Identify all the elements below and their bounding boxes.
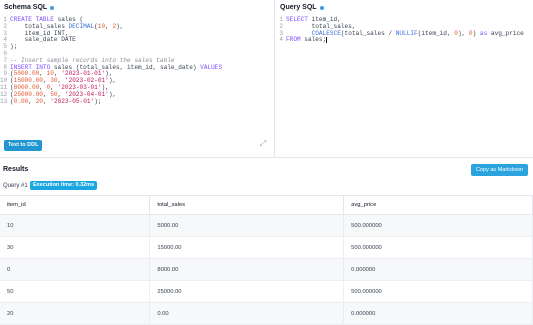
table-header-row: item_id total_sales avg_price [0, 195, 533, 215]
code-token: ), [108, 77, 117, 85]
code-line: 5); [0, 43, 274, 51]
cell-total-sales: 15000.00 [149, 236, 345, 259]
code-token: ) [472, 29, 480, 37]
cell-item-id: 30 [0, 236, 151, 259]
cell-item-id: 50 [0, 280, 151, 303]
code-token: ), [457, 29, 469, 37]
code-token: , [105, 22, 113, 30]
code-token: '2023-05-01' [50, 97, 95, 105]
status-dot-icon [319, 5, 324, 10]
line-number: 4 [279, 36, 283, 44]
copy-as-markdown-button[interactable]: Copy as Markdown [471, 164, 529, 176]
status-dot-icon [50, 5, 55, 10]
code-line: 13(0.00, 20, '2023-05-01'); [0, 97, 274, 106]
code-token: (item_id, [417, 29, 455, 37]
code-line: 4 sale_date DATE [0, 37, 274, 44]
column-header-avg-price: avg_price [343, 195, 533, 215]
execution-time-badge: Execution time: 0.32ms [30, 181, 98, 190]
divider [0, 157, 533, 158]
code-token: sales; [304, 36, 327, 44]
table-row: 50 25000.00 500.000000 [0, 280, 533, 303]
schema-pane: Schema SQL 1 CREATE TABLE sales (2 total_… [0, 0, 275, 157]
column-header-total-sales: total_sales [149, 195, 345, 215]
results-title: Results [3, 166, 29, 173]
cell-avg-price: 500.000000 [343, 280, 533, 303]
cell-total-sales: 25000.00 [149, 280, 345, 303]
code-token: FROM [286, 36, 305, 44]
schema-title: Schema SQL [4, 4, 55, 11]
cell-avg-price: 500.000000 [343, 214, 533, 237]
editor-area: Schema SQL 1 CREATE TABLE sales (2 total_… [0, 0, 533, 157]
code-token: ); [94, 97, 102, 105]
code-token: 20 [35, 97, 43, 105]
query-editor[interactable]: 1 SELECT item_id, 2 total_sales, 3 COALESCE… [276, 16, 533, 44]
results-table: item_id total_sales avg_price 10 5000.00… [0, 195, 533, 325]
code-token: 0.00 [13, 97, 29, 105]
code-token: avg_price [490, 29, 524, 37]
cell-total-sales: 5000.00 [149, 214, 345, 237]
table-row: 30 15000.00 500.000000 [0, 236, 533, 259]
code-token: ), [108, 90, 117, 98]
text-cursor [326, 37, 328, 44]
code-token: 10 [97, 22, 106, 30]
table-row: 10 5000.00 500.000000 [0, 214, 533, 237]
code-token: ), [116, 22, 124, 30]
text-to-ddl-button[interactable]: Text to DDL [4, 140, 43, 151]
table-row: 0 8000.00 0.000000 [0, 258, 533, 281]
code-token: sale_date DATE [10, 36, 76, 44]
cell-avg-price: 500.000000 [343, 236, 533, 259]
code-token: (total_sales / [340, 29, 396, 37]
cell-item-id: 20 [0, 302, 151, 325]
expand-icon[interactable]: ⤢ [258, 139, 268, 149]
cell-avg-price: 0.000000 [343, 258, 533, 281]
query-pane: Query SQL 1 SELECT item_id, 2 total_sales,… [276, 0, 533, 157]
query-label: Query #1 [3, 183, 28, 189]
cell-item-id: 0 [0, 258, 151, 281]
query-title-label: Query SQL [280, 4, 317, 11]
code-token: , [42, 97, 51, 105]
query-title: Query SQL [280, 4, 324, 11]
cell-total-sales: 8000.00 [149, 258, 345, 281]
code-token: ); [10, 43, 18, 51]
code-token: DECIMAL [68, 22, 95, 30]
cell-avg-price: 0.000000 [343, 302, 533, 325]
line-number: 13 [0, 97, 8, 105]
schema-editor[interactable]: 1 CREATE TABLE sales (2 total_sales DECIM… [0, 16, 274, 106]
code-token: as [479, 29, 491, 37]
table-row: 20 0.00 0.000000 [0, 302, 533, 325]
code-line: 4 FROM sales; [276, 37, 533, 44]
column-header-item-id: item_id [0, 195, 151, 215]
cell-total-sales: 0.00 [149, 302, 345, 325]
code-token: , [28, 97, 36, 105]
schema-title-label: Schema SQL [4, 4, 48, 11]
code-token: NULLIF [395, 29, 418, 37]
code-token: VALUES [200, 63, 223, 71]
cell-item-id: 10 [0, 214, 151, 237]
